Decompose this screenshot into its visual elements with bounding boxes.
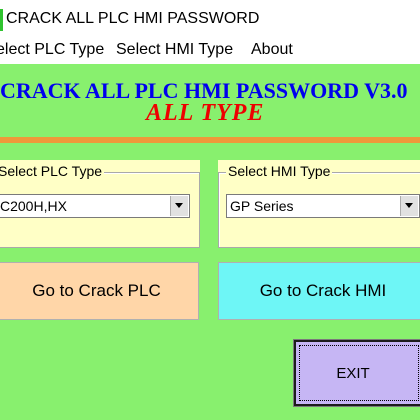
chevron-down-icon bbox=[405, 203, 413, 208]
hmi-type-selected: GP Series bbox=[230, 198, 294, 214]
hmi-type-group: Select HMI Type GP Series bbox=[218, 160, 420, 248]
window-title: CRACK ALL PLC HMI PASSWORD bbox=[6, 10, 260, 27]
menu-select-plc-type[interactable]: elect PLC Type bbox=[0, 41, 104, 59]
exit-button-label: EXIT bbox=[336, 364, 370, 382]
plc-type-selected: C200H,HX bbox=[0, 198, 67, 214]
app-icon bbox=[0, 9, 3, 31]
menu-about[interactable]: About bbox=[251, 41, 293, 59]
hmi-group-legend: Select HMI Type bbox=[226, 163, 333, 179]
menu-select-hmi-type[interactable]: Select HMI Type bbox=[116, 41, 233, 59]
chevron-down-icon bbox=[175, 203, 183, 208]
plc-group-legend: Select PLC Type bbox=[0, 163, 105, 179]
crack-plc-button[interactable]: Go to Crack PLC bbox=[0, 262, 199, 320]
heading-divider bbox=[0, 137, 420, 143]
plc-type-select[interactable]: C200H,HX bbox=[0, 194, 190, 218]
title-bar[interactable]: CRACK ALL PLC HMI PASSWORD bbox=[0, 0, 420, 40]
app-subheading: ALL TYPE bbox=[146, 100, 265, 126]
crack-hmi-button[interactable]: Go to Crack HMI bbox=[218, 262, 420, 320]
app-window: CRACK ALL PLC HMI PASSWORD elect PLC Typ… bbox=[0, 0, 420, 420]
hmi-type-select[interactable]: GP Series bbox=[226, 194, 420, 218]
menu-bar: elect PLC Type Select HMI Type About bbox=[0, 40, 420, 64]
plc-dropdown-button[interactable] bbox=[170, 196, 188, 216]
plc-type-group: Select PLC Type C200H,HX bbox=[0, 160, 200, 248]
exit-button[interactable]: EXIT bbox=[293, 339, 420, 407]
hmi-dropdown-button[interactable] bbox=[400, 196, 418, 216]
